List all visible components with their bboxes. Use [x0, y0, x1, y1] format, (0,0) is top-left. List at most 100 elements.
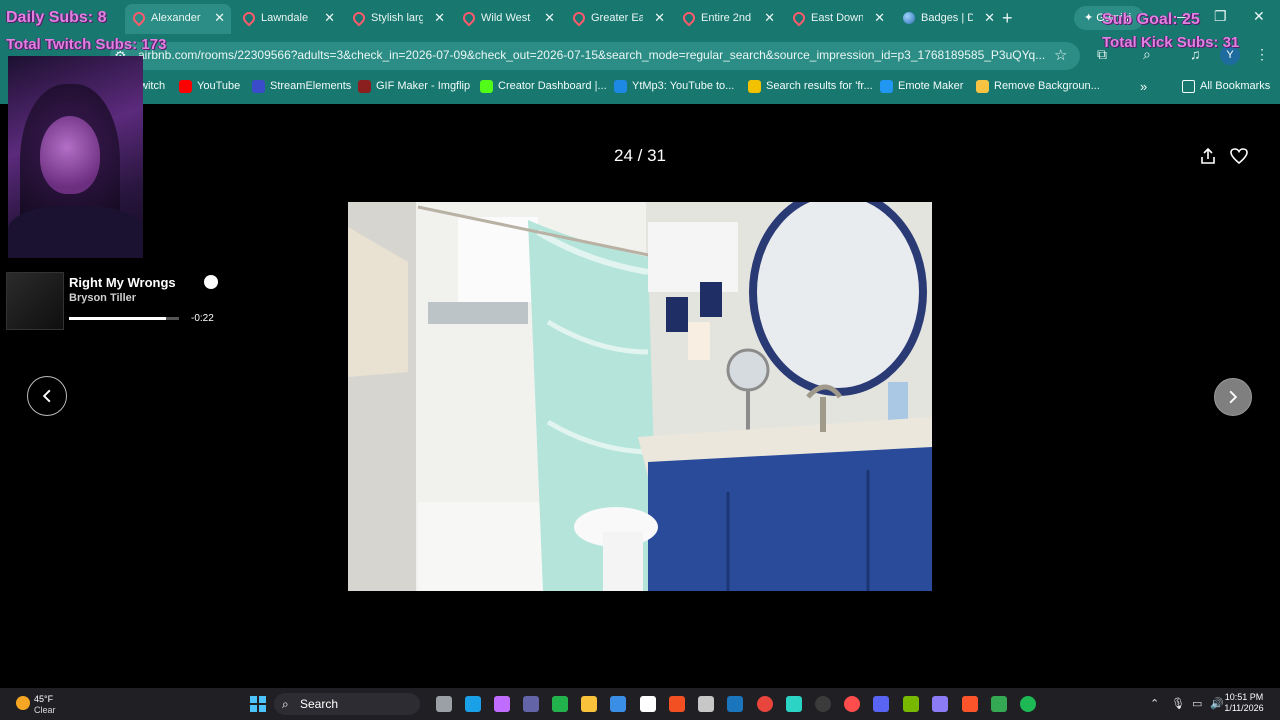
chrome-icon[interactable]	[757, 696, 773, 712]
taskbar-search[interactable]: ⌕ Search	[274, 693, 420, 715]
bookmark-item[interactable]: YtMp3: YouTube to...	[614, 80, 735, 93]
taskbar-clock[interactable]: 10:51 PM 1/11/2026	[1220, 692, 1268, 714]
bookmark-favicon-icon	[976, 80, 989, 93]
file-explorer-icon[interactable]	[581, 696, 597, 712]
discord-icon[interactable]	[873, 696, 889, 712]
close-tab-icon[interactable]: ✕	[544, 6, 555, 30]
close-tab-icon[interactable]: ✕	[984, 6, 995, 30]
bookmarks-bar: witch YouTube StreamElements GIF Maker - Im…	[0, 74, 1280, 100]
recording-icon[interactable]	[844, 696, 860, 712]
bookmark-label: Creator Dashboard |...	[498, 80, 607, 92]
snipping-icon[interactable]	[698, 696, 714, 712]
taskbar-search-label: Search	[300, 697, 339, 711]
tab-title: Badges | D	[921, 12, 973, 24]
spotify-icon	[204, 275, 218, 289]
tray-overflow-icon[interactable]: ⌃	[1150, 697, 1159, 710]
browser-tab[interactable]: Stylish larg ✕	[345, 6, 451, 30]
globe-icon	[903, 12, 915, 24]
bookmark-favicon-icon	[252, 80, 265, 93]
bookmark-item[interactable]: Remove Backgroun...	[976, 80, 1100, 93]
bookmark-label: StreamElements	[270, 80, 352, 92]
menu-dots-icon[interactable]: ⋮	[1255, 46, 1269, 63]
daily-subs-counter: Daily Subs: 8	[6, 9, 107, 26]
teams-icon[interactable]	[523, 696, 539, 712]
app-icon[interactable]	[932, 696, 948, 712]
office-icon[interactable]	[669, 696, 685, 712]
airbnb-icon	[350, 9, 368, 27]
chrome-profile-icon[interactable]	[991, 696, 1007, 712]
airbnb-icon	[790, 9, 808, 27]
browser-tab[interactable]: Badges | D ✕	[895, 6, 1001, 30]
url-text[interactable]: airbnb.com/rooms/22309566?adults=3&check…	[138, 48, 1048, 62]
bookmark-item[interactable]: Search results for 'fr...	[748, 80, 873, 93]
sub-goal: Sub Goal: 25	[1102, 11, 1200, 28]
browser-tab[interactable]: Wild West ✕	[455, 6, 561, 30]
song-time-remaining: -0:22	[191, 313, 214, 324]
bookmark-star-icon[interactable]: ☆	[1054, 46, 1067, 64]
share-icon[interactable]	[1198, 146, 1218, 166]
bookmarks-overflow-button[interactable]: »	[1140, 79, 1147, 94]
xbox-icon[interactable]	[552, 696, 568, 712]
store-icon[interactable]	[610, 696, 626, 712]
total-kick-subs: Total Kick Subs: 31	[1102, 34, 1240, 51]
edge-icon[interactable]	[465, 696, 481, 712]
new-tab-button[interactable]: +	[1002, 8, 1013, 29]
copilot-icon[interactable]	[494, 696, 510, 712]
start-button[interactable]	[250, 696, 266, 712]
bookmark-favicon-icon	[179, 80, 192, 93]
bookmark-label: witch	[140, 80, 166, 92]
airbnb-icon	[570, 9, 588, 27]
weather-temperature: 45°F	[34, 694, 54, 704]
bookmark-item[interactable]: YouTube	[179, 80, 240, 93]
close-tab-icon[interactable]: ✕	[324, 6, 335, 30]
steam-icon[interactable]	[727, 696, 743, 712]
all-bookmarks-button[interactable]: All Bookmarks	[1182, 80, 1271, 93]
weather-sun-icon	[16, 696, 30, 710]
bookmark-item[interactable]: Creator Dashboard |...	[480, 80, 607, 93]
clock-date: 1/11/2026	[1224, 703, 1264, 713]
heart-icon[interactable]	[1229, 146, 1249, 166]
webcam-feed	[8, 56, 143, 258]
capcut-icon[interactable]	[786, 696, 802, 712]
spotify-app-icon[interactable]	[1020, 696, 1036, 712]
weather-widget[interactable]: 45°F Clear	[16, 694, 76, 716]
chevron-right-icon	[1229, 390, 1238, 404]
close-window-icon[interactable]: ✕	[1253, 8, 1265, 25]
browser-tab[interactable]: Alexander ✕	[125, 4, 231, 34]
webcam-face	[40, 116, 100, 194]
brave-icon[interactable]	[962, 696, 978, 712]
maximize-icon[interactable]: ❐	[1214, 8, 1227, 25]
bookmark-item[interactable]: Emote Maker	[880, 80, 963, 93]
webcam-shirt	[8, 206, 143, 258]
next-photo-button[interactable]	[1214, 378, 1252, 416]
browser-tab[interactable]: East Down ✕	[785, 6, 891, 30]
notepad-icon[interactable]	[640, 696, 656, 712]
bookmark-favicon-icon	[748, 80, 761, 93]
close-tab-icon[interactable]: ✕	[764, 6, 775, 30]
close-tab-icon[interactable]: ✕	[214, 4, 225, 32]
all-bookmarks-label: All Bookmarks	[1200, 80, 1271, 92]
close-tab-icon[interactable]: ✕	[874, 6, 885, 30]
browser-tab[interactable]: Lawndale ✕	[235, 6, 341, 30]
nvidia-icon[interactable]	[903, 696, 919, 712]
browser-tab[interactable]: Entire 2nd ✕	[675, 6, 781, 30]
bookmark-favicon-icon	[480, 80, 493, 93]
airbnb-icon	[240, 9, 258, 27]
bookmark-item[interactable]: StreamElements	[252, 80, 352, 93]
browser-tab[interactable]: Greater Ea ✕	[565, 6, 671, 30]
task-view-icon[interactable]	[436, 696, 452, 712]
network-icon[interactable]: ▭	[1192, 697, 1202, 710]
obs-icon[interactable]	[815, 696, 831, 712]
microphone-icon[interactable]: 🎙	[1171, 697, 1185, 710]
previous-photo-button[interactable]	[27, 376, 67, 416]
song-progress-bar	[69, 317, 179, 320]
tab-title: Stylish larg	[371, 12, 423, 24]
bookmark-item[interactable]: GIF Maker - Imgflip	[358, 80, 470, 93]
close-tab-icon[interactable]: ✕	[654, 6, 665, 30]
close-tab-icon[interactable]: ✕	[434, 6, 445, 30]
chevron-left-icon	[42, 389, 51, 403]
airbnb-icon	[130, 9, 148, 27]
tab-title: Greater Ea	[591, 12, 643, 24]
tab-title: East Down	[811, 12, 863, 24]
bookmark-label: YtMp3: YouTube to...	[632, 80, 735, 92]
